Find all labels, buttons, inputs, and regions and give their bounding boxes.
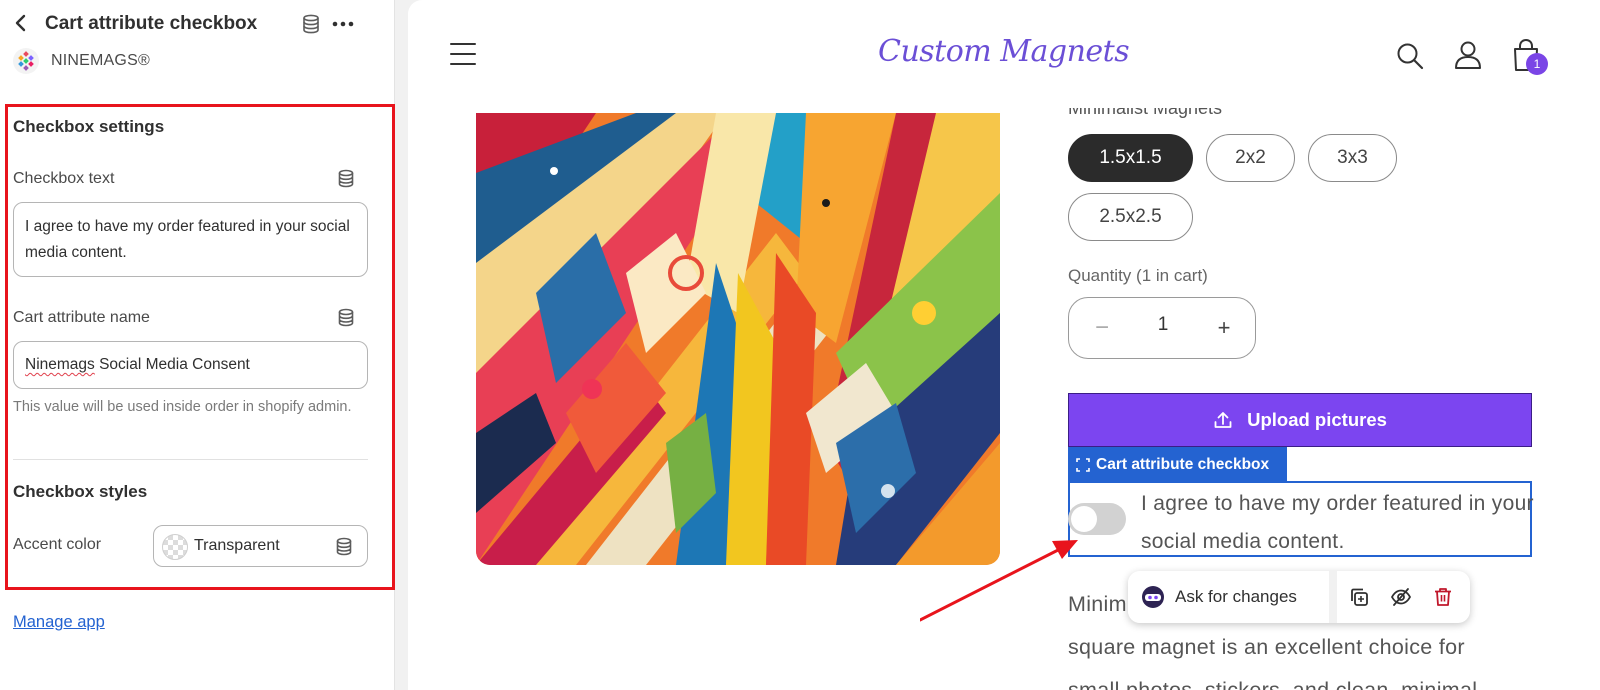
transparent-swatch: [162, 534, 188, 560]
app-logo-icon: [13, 48, 39, 74]
section-title-checkbox-settings: Checkbox settings: [13, 117, 165, 136]
app-row: NINEMAGS®: [13, 48, 150, 74]
upload-icon: [1214, 412, 1232, 428]
manage-app-link[interactable]: Manage app: [13, 613, 105, 632]
size-option[interactable]: 2x2: [1206, 134, 1295, 182]
app-name: NINEMAGS®: [51, 52, 150, 69]
ai-assistant-icon: [1142, 586, 1164, 608]
menu-icon[interactable]: [448, 40, 478, 68]
editor-panel: Cart attribute checkbox NINEMAGS® Checkb…: [0, 0, 395, 690]
action-bar-divider: [1329, 571, 1337, 623]
more-icon[interactable]: [330, 13, 356, 35]
product-image[interactable]: [476, 113, 1000, 565]
quantity-stepper: − 1 +: [1068, 297, 1256, 359]
storefront-preview: Custom Magnets 1 Minimalist Magnets 1.5x…: [408, 0, 1600, 690]
description-line: square magnet is an excellent choice for: [1068, 635, 1465, 659]
panel-header: Cart attribute checkbox: [0, 0, 395, 46]
size-option[interactable]: 1.5x1.5: [1068, 134, 1193, 182]
hide-icon[interactable]: [1390, 586, 1412, 608]
selected-block-tag[interactable]: Cart attribute checkbox: [1068, 447, 1287, 482]
database-icon[interactable]: [300, 13, 322, 35]
database-icon[interactable]: [334, 536, 354, 558]
ask-for-changes-button[interactable]: Ask for changes: [1128, 571, 1329, 623]
store-logo[interactable]: Custom Magnets: [878, 34, 1130, 69]
size-option[interactable]: 2.5x2.5: [1068, 193, 1193, 241]
quantity-decrease-button[interactable]: −: [1087, 312, 1117, 344]
database-icon[interactable]: [336, 168, 356, 190]
ask-for-changes-label: Ask for changes: [1175, 587, 1297, 606]
divider: [13, 459, 368, 460]
duplicate-icon[interactable]: [1348, 586, 1370, 608]
description-line: small photos, stickers, and clean, minim…: [1068, 678, 1478, 690]
cart-attribute-name-label: Cart attribute name: [13, 309, 150, 326]
database-icon[interactable]: [336, 307, 356, 329]
block-tag-label: Cart attribute checkbox: [1096, 455, 1270, 473]
quantity-increase-button[interactable]: +: [1209, 312, 1239, 344]
checkbox-text-label: Checkbox text: [13, 170, 115, 187]
account-icon[interactable]: [1454, 40, 1482, 70]
toggle-knob: [1071, 506, 1097, 532]
accent-color-picker[interactable]: Transparent: [153, 525, 368, 567]
back-arrow-icon[interactable]: [10, 12, 32, 34]
quantity-input[interactable]: 1: [1143, 314, 1183, 336]
variant-label: Minimalist Magnets: [1068, 98, 1223, 118]
select-frame-icon: [1076, 457, 1090, 472]
accent-color-value: Transparent: [194, 537, 280, 554]
size-option[interactable]: 3x3: [1308, 134, 1397, 182]
upload-button-label: Upload pictures: [1247, 409, 1387, 430]
cart-count-badge: 1: [1526, 53, 1548, 75]
quantity-label: Quantity (1 in cart): [1068, 266, 1208, 285]
search-icon[interactable]: [1396, 42, 1424, 70]
help-text: This value will be used inside order in …: [13, 399, 352, 415]
spellcheck-word: Ninemags: [25, 356, 95, 373]
block-action-bar: Ask for changes: [1128, 571, 1470, 623]
cart-attribute-name-field[interactable]: Ninemags Social Media Consent: [13, 341, 368, 389]
cart-attribute-rest: Social Media Consent: [94, 356, 250, 373]
accent-color-label: Accent color: [13, 536, 102, 553]
upload-pictures-button[interactable]: Upload pictures: [1068, 393, 1532, 447]
section-title-checkbox-styles: Checkbox styles: [13, 482, 148, 501]
delete-icon[interactable]: [1432, 586, 1454, 608]
panel-title: Cart attribute checkbox: [45, 13, 258, 34]
consent-toggle[interactable]: [1068, 503, 1126, 535]
checkbox-text-field[interactable]: I agree to have my order featured in you…: [13, 202, 368, 277]
consent-text: I agree to have my order featured in you…: [1141, 492, 1534, 553]
